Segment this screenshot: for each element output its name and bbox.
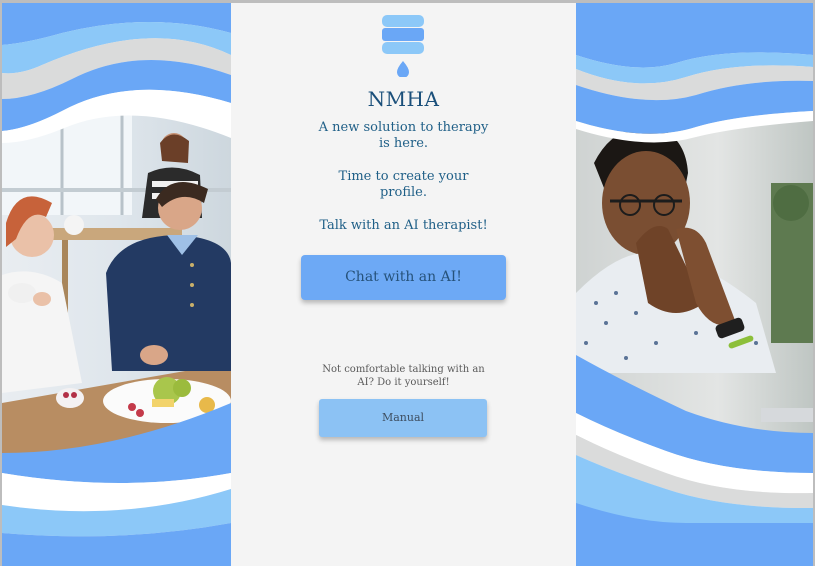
right-decor-panel xyxy=(576,3,813,566)
tagline-ai-therapist: Talk with an AI therapist! xyxy=(231,218,576,234)
tagline-line: Talk with an AI therapist! xyxy=(319,218,488,233)
stacked-water-drop-icon xyxy=(381,15,425,78)
tagline-line: Time to create your xyxy=(338,169,469,184)
tagline-line: profile. xyxy=(379,185,428,200)
tagline-line: is here. xyxy=(378,136,429,151)
center-panel: NMHA A new solution to therapy is here. … xyxy=(231,3,576,566)
app-frame: NMHA A new solution to therapy is here. … xyxy=(2,3,813,566)
right-panel-artwork xyxy=(576,3,813,566)
manual-prompt-line: Not comfortable talking with an xyxy=(322,364,485,375)
top-wave-decor xyxy=(576,3,813,143)
tagline-line: A new solution to therapy xyxy=(318,120,489,135)
left-decor-panel xyxy=(2,3,231,566)
chat-with-ai-button[interactable]: Chat with an AI! xyxy=(301,255,506,300)
manual-button[interactable]: Manual xyxy=(319,399,487,437)
brand-title: NMHA xyxy=(367,87,440,111)
tagline-solution: A new solution to therapy is here. xyxy=(231,120,576,152)
left-panel-artwork xyxy=(2,3,231,566)
people-dining-photo xyxy=(2,103,231,463)
manual-prompt: Not comfortable talking with an AI? Do i… xyxy=(231,363,576,389)
manual-prompt-line: AI? Do it yourself! xyxy=(357,377,450,388)
tagline-profile: Time to create your profile. xyxy=(231,169,576,201)
